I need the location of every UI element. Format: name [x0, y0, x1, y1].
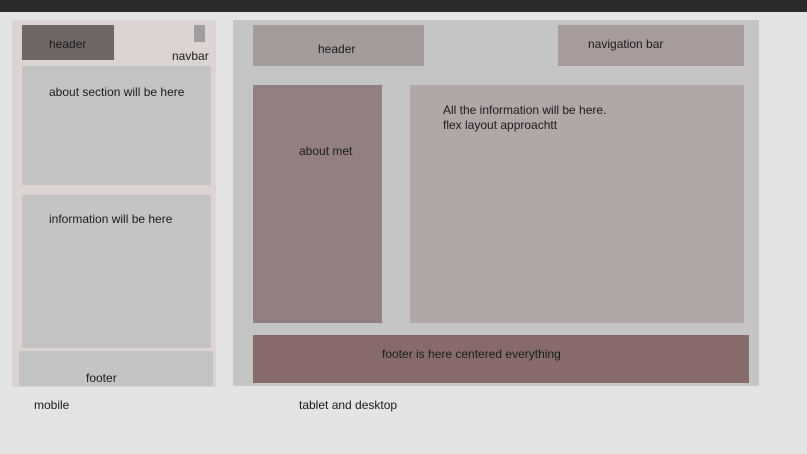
desktop-header-box: header [253, 25, 424, 66]
mobile-header-box: header [22, 25, 114, 60]
mobile-navbar-label: navbar [172, 49, 209, 63]
mobile-footer-box: footer [19, 351, 213, 386]
desktop-navbar-box: navigation bar [558, 25, 744, 66]
mobile-info-box: information will be here [22, 195, 211, 348]
desktop-caption: tablet and desktop [299, 398, 398, 412]
desktop-info-box: All the information will be here. flex l… [410, 85, 744, 323]
desktop-about-box: about met [253, 85, 382, 323]
desktop-navbar-label: navigation bar [588, 37, 664, 51]
mobile-about-box: about section will be here [22, 66, 211, 185]
desktop-info-label-line2: flex layout approachtt [443, 118, 558, 132]
mobile-caption: mobile [34, 398, 70, 412]
desktop-about-label: about met [299, 144, 353, 158]
desktop-header-label: header [318, 42, 356, 56]
desktop-info-label-line1: All the information will be here. [443, 103, 607, 117]
mobile-footer-label: footer [86, 371, 117, 385]
window-top-bar [0, 0, 807, 12]
desktop-footer-box: footer is here centered everything [253, 335, 749, 383]
mobile-about-label: about section will be here [49, 85, 185, 99]
desktop-footer-label: footer is here centered everything [382, 347, 561, 361]
mobile-navbar-box [194, 25, 205, 42]
mobile-info-label: information will be here [49, 212, 173, 226]
mobile-header-label: header [49, 37, 87, 51]
